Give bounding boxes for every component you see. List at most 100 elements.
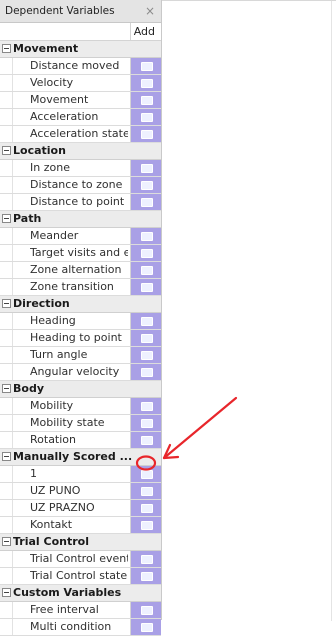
variable-row[interactable]: Distance to point: [0, 194, 161, 211]
add-variable-button[interactable]: [141, 130, 153, 139]
collapse-icon[interactable]: [2, 145, 11, 155]
add-variable-button[interactable]: [141, 623, 153, 632]
add-cell[interactable]: [131, 619, 161, 635]
add-cell[interactable]: [131, 398, 161, 414]
variable-row[interactable]: Distance moved: [0, 58, 161, 75]
variable-row[interactable]: UZ PUNO: [0, 483, 161, 500]
close-icon[interactable]: ×: [145, 0, 155, 22]
variable-row[interactable]: Trial Control state: [0, 568, 161, 585]
add-cell[interactable]: [131, 483, 161, 499]
add-variable-button[interactable]: [141, 283, 153, 292]
category-row[interactable]: Custom Variables: [0, 585, 161, 602]
add-cell[interactable]: [131, 313, 161, 329]
add-variable-button[interactable]: [141, 504, 153, 513]
variable-row[interactable]: 1: [0, 466, 161, 483]
variable-row[interactable]: Meander: [0, 228, 161, 245]
add-cell[interactable]: [131, 194, 161, 210]
variable-row[interactable]: Trial Control event: [0, 551, 161, 568]
add-variable-button[interactable]: [141, 351, 153, 360]
category-row[interactable]: Path: [0, 211, 161, 228]
add-variable-button[interactable]: [141, 572, 153, 581]
category-row[interactable]: Location: [0, 143, 161, 160]
variable-row[interactable]: Angular velocity: [0, 364, 161, 381]
collapse-icon[interactable]: [2, 213, 11, 223]
add-cell[interactable]: [131, 177, 161, 193]
add-cell[interactable]: [131, 228, 161, 244]
category-row[interactable]: Movement: [0, 41, 161, 58]
collapse-icon[interactable]: [2, 536, 11, 546]
variable-row[interactable]: Distance to zone: [0, 177, 161, 194]
add-cell[interactable]: [131, 126, 161, 142]
variable-row[interactable]: Mobility: [0, 398, 161, 415]
add-variable-button[interactable]: [141, 198, 153, 207]
add-cell[interactable]: [131, 279, 161, 295]
category-row[interactable]: Manually Scored ...: [0, 449, 161, 466]
variable-row[interactable]: Multi condition: [0, 619, 161, 636]
variable-row[interactable]: In zone: [0, 160, 161, 177]
variable-row[interactable]: Kontakt: [0, 517, 161, 534]
variable-row[interactable]: UZ PRAZNO: [0, 500, 161, 517]
add-variable-button[interactable]: [141, 266, 153, 275]
collapse-icon[interactable]: [2, 383, 11, 393]
add-cell[interactable]: [131, 602, 161, 618]
collapse-icon[interactable]: [2, 451, 11, 461]
add-variable-button[interactable]: [141, 317, 153, 326]
variable-row[interactable]: Free interval: [0, 602, 161, 619]
add-cell[interactable]: [131, 262, 161, 278]
add-variable-button[interactable]: [141, 487, 153, 496]
variable-label: Acceleration state: [30, 127, 128, 140]
add-variable-button[interactable]: [141, 402, 153, 411]
add-cell[interactable]: [131, 109, 161, 125]
add-variable-button[interactable]: [141, 96, 153, 105]
add-cell[interactable]: [131, 160, 161, 176]
panel-title: Dependent Variables: [5, 5, 115, 17]
collapse-icon[interactable]: [2, 298, 11, 308]
add-cell[interactable]: [131, 330, 161, 346]
category-row[interactable]: Body: [0, 381, 161, 398]
category-row[interactable]: Trial Control: [0, 534, 161, 551]
variable-row[interactable]: Heading: [0, 313, 161, 330]
add-variable-button[interactable]: [141, 62, 153, 71]
variable-row[interactable]: Movement: [0, 92, 161, 109]
variable-row[interactable]: Heading to point: [0, 330, 161, 347]
add-cell[interactable]: [131, 364, 161, 380]
add-variable-button[interactable]: [141, 555, 153, 564]
add-variable-button[interactable]: [141, 368, 153, 377]
variable-row[interactable]: Zone alternation: [0, 262, 161, 279]
add-cell[interactable]: [131, 415, 161, 431]
category-row[interactable]: Direction: [0, 296, 161, 313]
collapse-icon[interactable]: [2, 43, 11, 53]
variable-row[interactable]: Turn angle: [0, 347, 161, 364]
add-cell[interactable]: [131, 517, 161, 533]
add-variable-button[interactable]: [141, 181, 153, 190]
add-cell[interactable]: [131, 92, 161, 108]
add-cell[interactable]: [131, 551, 161, 567]
variable-row[interactable]: Zone transition: [0, 279, 161, 296]
add-variable-button[interactable]: [141, 113, 153, 122]
collapse-icon[interactable]: [2, 587, 11, 597]
add-cell[interactable]: [131, 568, 161, 584]
add-variable-button[interactable]: [141, 334, 153, 343]
variable-row[interactable]: Acceleration state: [0, 126, 161, 143]
add-variable-button[interactable]: [141, 232, 153, 241]
add-variable-button[interactable]: [141, 436, 153, 445]
add-cell[interactable]: [131, 75, 161, 91]
variable-row[interactable]: Target visits and e...: [0, 245, 161, 262]
variable-row[interactable]: Mobility state: [0, 415, 161, 432]
add-variable-button[interactable]: [141, 419, 153, 428]
add-cell[interactable]: [131, 245, 161, 261]
add-cell[interactable]: [131, 466, 161, 482]
add-variable-button[interactable]: [141, 249, 153, 258]
add-variable-button[interactable]: [141, 164, 153, 173]
add-cell[interactable]: [131, 500, 161, 516]
add-cell[interactable]: [131, 347, 161, 363]
add-variable-button[interactable]: [141, 470, 153, 479]
add-cell[interactable]: [131, 432, 161, 448]
variable-row[interactable]: Velocity: [0, 75, 161, 92]
add-variable-button[interactable]: [141, 606, 153, 615]
variable-row[interactable]: Acceleration: [0, 109, 161, 126]
add-variable-button[interactable]: [141, 79, 153, 88]
add-variable-button[interactable]: [141, 521, 153, 530]
variable-row[interactable]: Rotation: [0, 432, 161, 449]
add-cell[interactable]: [131, 58, 161, 74]
